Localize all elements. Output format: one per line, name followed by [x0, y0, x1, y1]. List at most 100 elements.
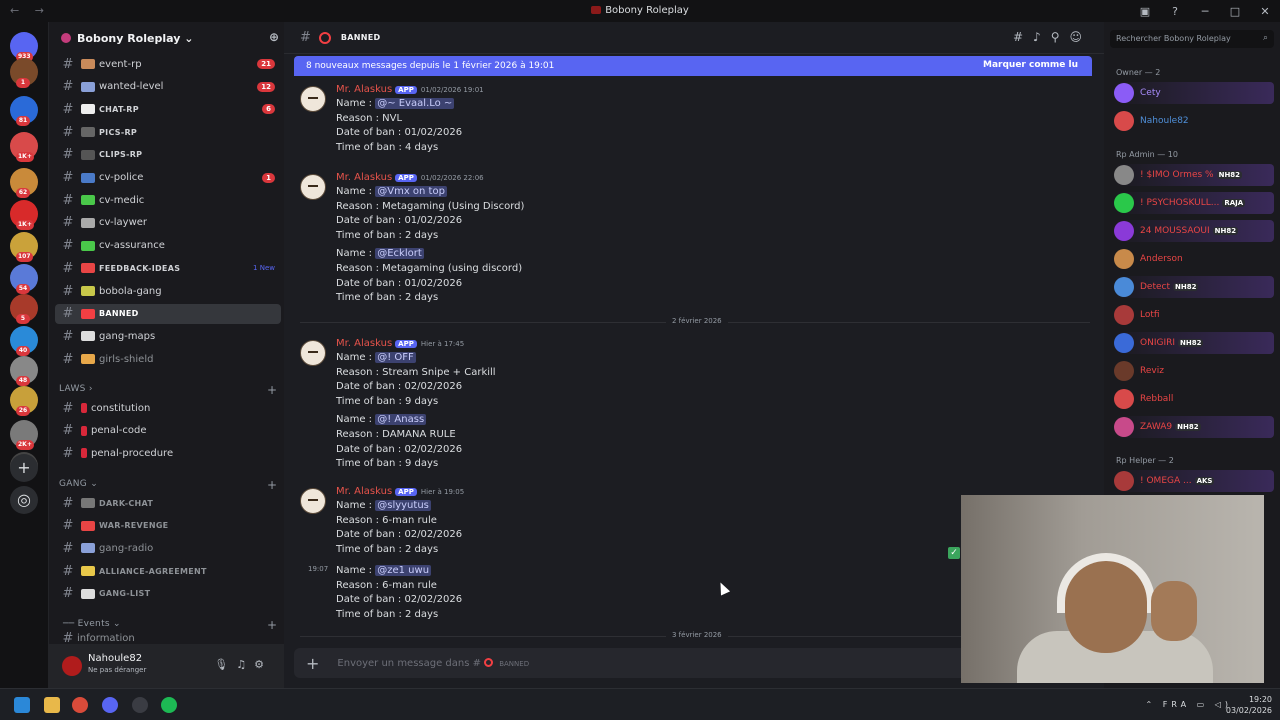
user-mention[interactable]: @slyyutus — [375, 500, 431, 511]
channel-title: BANNED — [340, 33, 381, 42]
channel-cv-police[interactable]: # cv-police 1 — [55, 168, 281, 188]
channel-penal-procedure[interactable]: # penal-procedure — [55, 443, 281, 463]
taskbar: ⌃ FRA ▭ ◁) 19:20 03/02/2026 — [0, 688, 1280, 720]
search-input[interactable]: Rechercher Bobony Roleplay ⌕ — [1110, 30, 1274, 48]
windows-start-icon[interactable] — [14, 697, 30, 713]
channel-pics-rp[interactable]: # PICS-RP — [55, 122, 281, 142]
new-messages-bar[interactable]: 8 nouveaux messages depuis le 1 février … — [294, 56, 1092, 76]
author-name[interactable]: Mr. Alaskus — [336, 84, 392, 95]
channel-gang-list[interactable]: # GANG-LIST — [55, 584, 281, 604]
channel-dark-chat[interactable]: # DARK-CHAT — [55, 493, 281, 513]
channel-bobola-gang[interactable]: # bobola-gang — [55, 281, 281, 301]
member-item[interactable]: ! $IMO Ormes % NH82 — [1114, 164, 1274, 186]
channel-information[interactable]: # information — [55, 632, 281, 644]
channel-emoji-icon — [81, 588, 95, 599]
header-tools[interactable]: #♪⚲☺ — [1013, 30, 1092, 44]
server-tag: NH82 — [1216, 171, 1243, 179]
chrome-icon[interactable] — [72, 697, 88, 713]
close-icon[interactable]: ✕ — [1250, 5, 1280, 18]
channel-emoji-icon — [81, 149, 95, 160]
channel-cv-laywer[interactable]: # cv-laywer — [55, 213, 281, 233]
threads-icon[interactable]: # — [1013, 30, 1033, 44]
channel-emoji-icon — [81, 59, 95, 69]
user-mention[interactable]: @~ Evaal.Lo ~ — [375, 98, 455, 109]
system-tray[interactable]: ⌃ FRA ▭ ◁) — [1146, 700, 1232, 709]
add-channel-icon[interactable]: + — [267, 478, 277, 492]
check-icon: ✓ — [948, 547, 960, 559]
member-item[interactable]: ! PSYCHOSKULL... RAJA — [1114, 192, 1274, 214]
channel-event-rp[interactable]: # event-rp 21 — [55, 54, 281, 74]
avatar[interactable] — [300, 340, 326, 366]
channel-war-revenge[interactable]: # WAR-REVENGE — [55, 516, 281, 536]
channel-gang-maps[interactable]: # gang-maps — [55, 326, 281, 346]
member-item[interactable]: Anderson — [1114, 248, 1274, 270]
headset-icon[interactable]: ♫ — [236, 658, 254, 671]
member-item[interactable]: ! OMEGA ... AKS — [1114, 470, 1274, 492]
maximize-icon[interactable]: □ — [1220, 5, 1250, 18]
channel-gang-radio[interactable]: # gang-radio — [55, 538, 281, 558]
settings-icon[interactable]: ⚙ — [254, 658, 272, 671]
attach-icon[interactable]: + — [306, 654, 319, 673]
channel-feedback-ideas[interactable]: # FEEDBACK-IDEAS 1 New — [55, 258, 281, 278]
avatar[interactable] — [300, 86, 326, 112]
inbox-icon[interactable]: ▣ — [1130, 5, 1160, 18]
add-server-icon[interactable]: + — [10, 454, 38, 482]
mic-icon[interactable]: 🎙 — [214, 658, 236, 671]
author-name[interactable]: Mr. Alaskus — [336, 486, 392, 497]
channel-clips-rp[interactable]: # CLIPS-RP — [55, 145, 281, 165]
explore-icon[interactable]: ◎ — [10, 486, 38, 514]
user-mention[interactable]: @ze1 uwu — [375, 565, 432, 576]
member-item[interactable]: ZAWA9 NH82 — [1114, 416, 1274, 438]
member-item[interactable]: Reviz — [1114, 360, 1274, 382]
file-explorer-icon[interactable] — [44, 697, 60, 713]
channel-cv-medic[interactable]: # cv-medic — [55, 190, 281, 210]
category-gang[interactable]: GANG ⌄ + — [59, 478, 277, 492]
member-item[interactable]: Detect NH82 — [1114, 276, 1274, 298]
avatar[interactable] — [300, 174, 326, 200]
notifications-icon[interactable]: ♪ — [1033, 30, 1051, 44]
channel-alliance-agreement[interactable]: # ALLIANCE-AGREEMENT — [55, 561, 281, 581]
channel-girls-shield[interactable]: # girls-shield — [55, 349, 281, 369]
user-mention[interactable]: @Ecklort — [375, 248, 424, 260]
user-mention[interactable]: @! OFF — [375, 352, 416, 363]
user-controls[interactable]: 🎙♫⚙ — [214, 658, 272, 671]
pin-icon[interactable]: ⚲ — [1051, 30, 1070, 44]
add-channel-icon[interactable]: + — [267, 618, 277, 632]
channel-chat-rp[interactable]: # CHAT-RP 6 — [55, 99, 281, 119]
user-mention[interactable]: @! Anass — [375, 414, 427, 426]
member-item[interactable]: Lotfi — [1114, 304, 1274, 326]
user-mention[interactable]: @Vmx on top — [375, 186, 447, 197]
author-name[interactable]: Mr. Alaskus — [336, 338, 392, 349]
member-item[interactable]: Nahoule82 — [1114, 110, 1274, 132]
member-item[interactable]: Rebball — [1114, 388, 1274, 410]
mark-as-read-button[interactable]: Marquer comme lu — [983, 60, 1078, 70]
ban-icon — [484, 658, 494, 667]
avatar[interactable] — [62, 656, 82, 676]
server-header[interactable]: Bobony Roleplay ⌄ ⊕ — [49, 22, 285, 54]
composer-placeholder[interactable]: Envoyer un message dans # BANNED — [337, 658, 529, 669]
channel-constitution[interactable]: # constitution — [55, 398, 281, 418]
author-name[interactable]: Mr. Alaskus — [336, 172, 392, 183]
channel-emoji-icon — [81, 217, 95, 228]
channel-banned[interactable]: # BANNED — [55, 303, 281, 324]
help-icon[interactable]: ? — [1160, 5, 1190, 18]
channel-cv-assurance[interactable]: # cv-assurance — [55, 236, 281, 256]
spotify-icon[interactable] — [161, 697, 177, 713]
category-events[interactable]: ── Events ⌄ + — [63, 618, 277, 632]
discord-icon[interactable] — [102, 697, 118, 713]
add-channel-icon[interactable]: + — [267, 383, 277, 397]
game-icon[interactable] — [132, 697, 148, 713]
category-laws[interactable]: LAWS › + — [59, 383, 277, 397]
member-item[interactable]: ONIGIRI NH82 — [1114, 332, 1274, 354]
avatar[interactable] — [300, 488, 326, 514]
channel-penal-code[interactable]: # penal-code — [55, 421, 281, 441]
member-item[interactable]: Cety — [1114, 82, 1274, 104]
minimize-icon[interactable]: ─ — [1190, 5, 1220, 18]
avatar — [1114, 221, 1134, 241]
invite-icon[interactable]: ⊕ — [269, 30, 279, 44]
member-item[interactable]: 24 MOUSSAOUI NH82 — [1114, 220, 1274, 242]
channel-wanted-level[interactable]: # wanted-level 12 — [55, 77, 281, 97]
ban-detail-line: Time of ban : 2 days — [336, 608, 439, 620]
clock[interactable]: 19:20 03/02/2026 — [1226, 694, 1272, 716]
members-icon[interactable]: ☺ — [1069, 30, 1092, 44]
